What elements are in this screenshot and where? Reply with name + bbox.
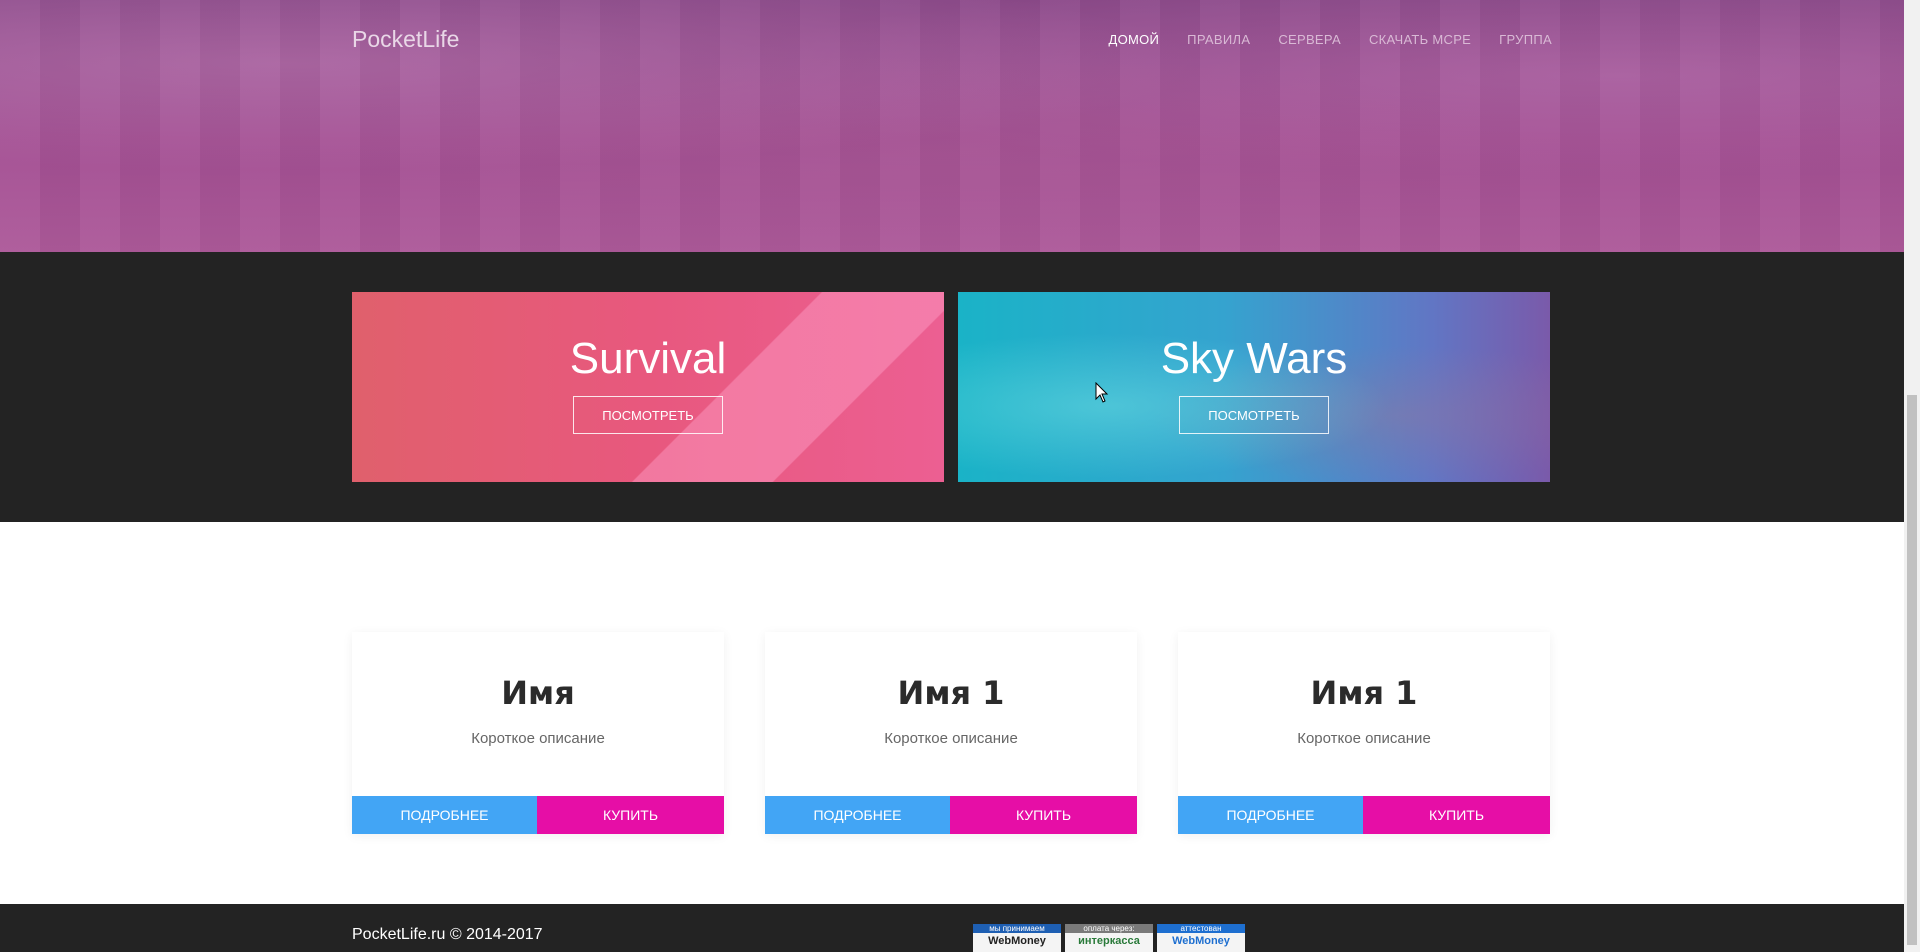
product-description: Короткое описание — [1297, 730, 1431, 747]
badge-caption: мы принимаем — [973, 924, 1061, 933]
payment-badges: мы принимаем WebMoney оплата через: инте… — [973, 924, 1245, 952]
server-card-survival: Survival ПОСМОТРЕТЬ — [352, 292, 944, 482]
vertical-scrollbar[interactable] — [1904, 0, 1920, 952]
footer: PocketLife.ru © 2014-2017 мы принимаем W… — [0, 904, 1904, 952]
webmoney-attest-icon[interactable]: аттестован WebMoney — [1157, 924, 1245, 952]
badge-label: интеркасса — [1078, 935, 1140, 947]
badge-caption: оплата через: — [1065, 924, 1153, 933]
nav-item-download[interactable]: СКАЧАТЬ MCPE — [1369, 32, 1471, 47]
product-description: Короткое описание — [884, 730, 1018, 747]
product-actions: ПОДРОБНЕЕ КУПИТЬ — [1178, 796, 1550, 834]
buy-button[interactable]: КУПИТЬ — [950, 796, 1137, 834]
view-button[interactable]: ПОСМОТРЕТЬ — [573, 396, 723, 434]
product-actions: ПОДРОБНЕЕ КУПИТЬ — [352, 796, 724, 834]
product-card: Имя 1 Короткое описание ПОДРОБНЕЕ КУПИТЬ — [1178, 632, 1550, 834]
product-name: Имя — [501, 674, 575, 712]
badge-label: WebMoney — [1172, 935, 1230, 947]
product-name: Имя 1 — [897, 674, 1005, 712]
copyright-text: PocketLife.ru © 2014-2017 — [352, 926, 543, 943]
nav-item-rules[interactable]: ПРАВИЛА — [1187, 32, 1250, 47]
nav-item-group[interactable]: ГРУППА — [1499, 32, 1552, 47]
page: PocketLife ДОМОЙ ПРАВИЛА СЕРВЕРА СКАЧАТЬ… — [0, 0, 1904, 952]
webmoney-icon[interactable]: мы принимаем WebMoney — [973, 924, 1061, 952]
server-title: Sky Wars — [1160, 334, 1348, 383]
server-card-skywars: Sky Wars ПОСМОТРЕТЬ — [958, 292, 1550, 482]
mouse-cursor-icon — [1095, 382, 1109, 403]
view-button[interactable]: ПОСМОТРЕТЬ — [1179, 396, 1329, 434]
server-title: Survival — [569, 334, 727, 383]
scrollbar-thumb[interactable] — [1907, 395, 1917, 945]
nav-item-servers[interactable]: СЕРВЕРА — [1278, 32, 1341, 47]
buy-button[interactable]: КУПИТЬ — [1363, 796, 1550, 834]
product-card: Имя Короткое описание ПОДРОБНЕЕ КУПИТЬ — [352, 632, 724, 834]
more-button[interactable]: ПОДРОБНЕЕ — [352, 796, 537, 834]
product-card: Имя 1 Короткое описание ПОДРОБНЕЕ КУПИТЬ — [765, 632, 1137, 834]
nav-item-home[interactable]: ДОМОЙ — [1108, 32, 1159, 47]
product-description: Короткое описание — [471, 730, 605, 747]
badge-label: WebMoney — [988, 935, 1046, 947]
hero-banner: PocketLife ДОМОЙ ПРАВИЛА СЕРВЕРА СКАЧАТЬ… — [0, 0, 1904, 252]
servers-section — [0, 252, 1904, 522]
product-name: Имя 1 — [1310, 674, 1418, 712]
more-button[interactable]: ПОДРОБНЕЕ — [1178, 796, 1363, 834]
badge-caption: аттестован — [1157, 924, 1245, 933]
buy-button[interactable]: КУПИТЬ — [537, 796, 724, 834]
more-button[interactable]: ПОДРОБНЕЕ — [765, 796, 950, 834]
main-nav: ДОМОЙ ПРАВИЛА СЕРВЕРА СКАЧАТЬ MCPE ГРУПП… — [1108, 32, 1552, 47]
product-actions: ПОДРОБНЕЕ КУПИТЬ — [765, 796, 1137, 834]
interkassa-icon[interactable]: оплата через: интеркасса — [1065, 924, 1153, 952]
brand-logo[interactable]: PocketLife — [352, 26, 459, 53]
